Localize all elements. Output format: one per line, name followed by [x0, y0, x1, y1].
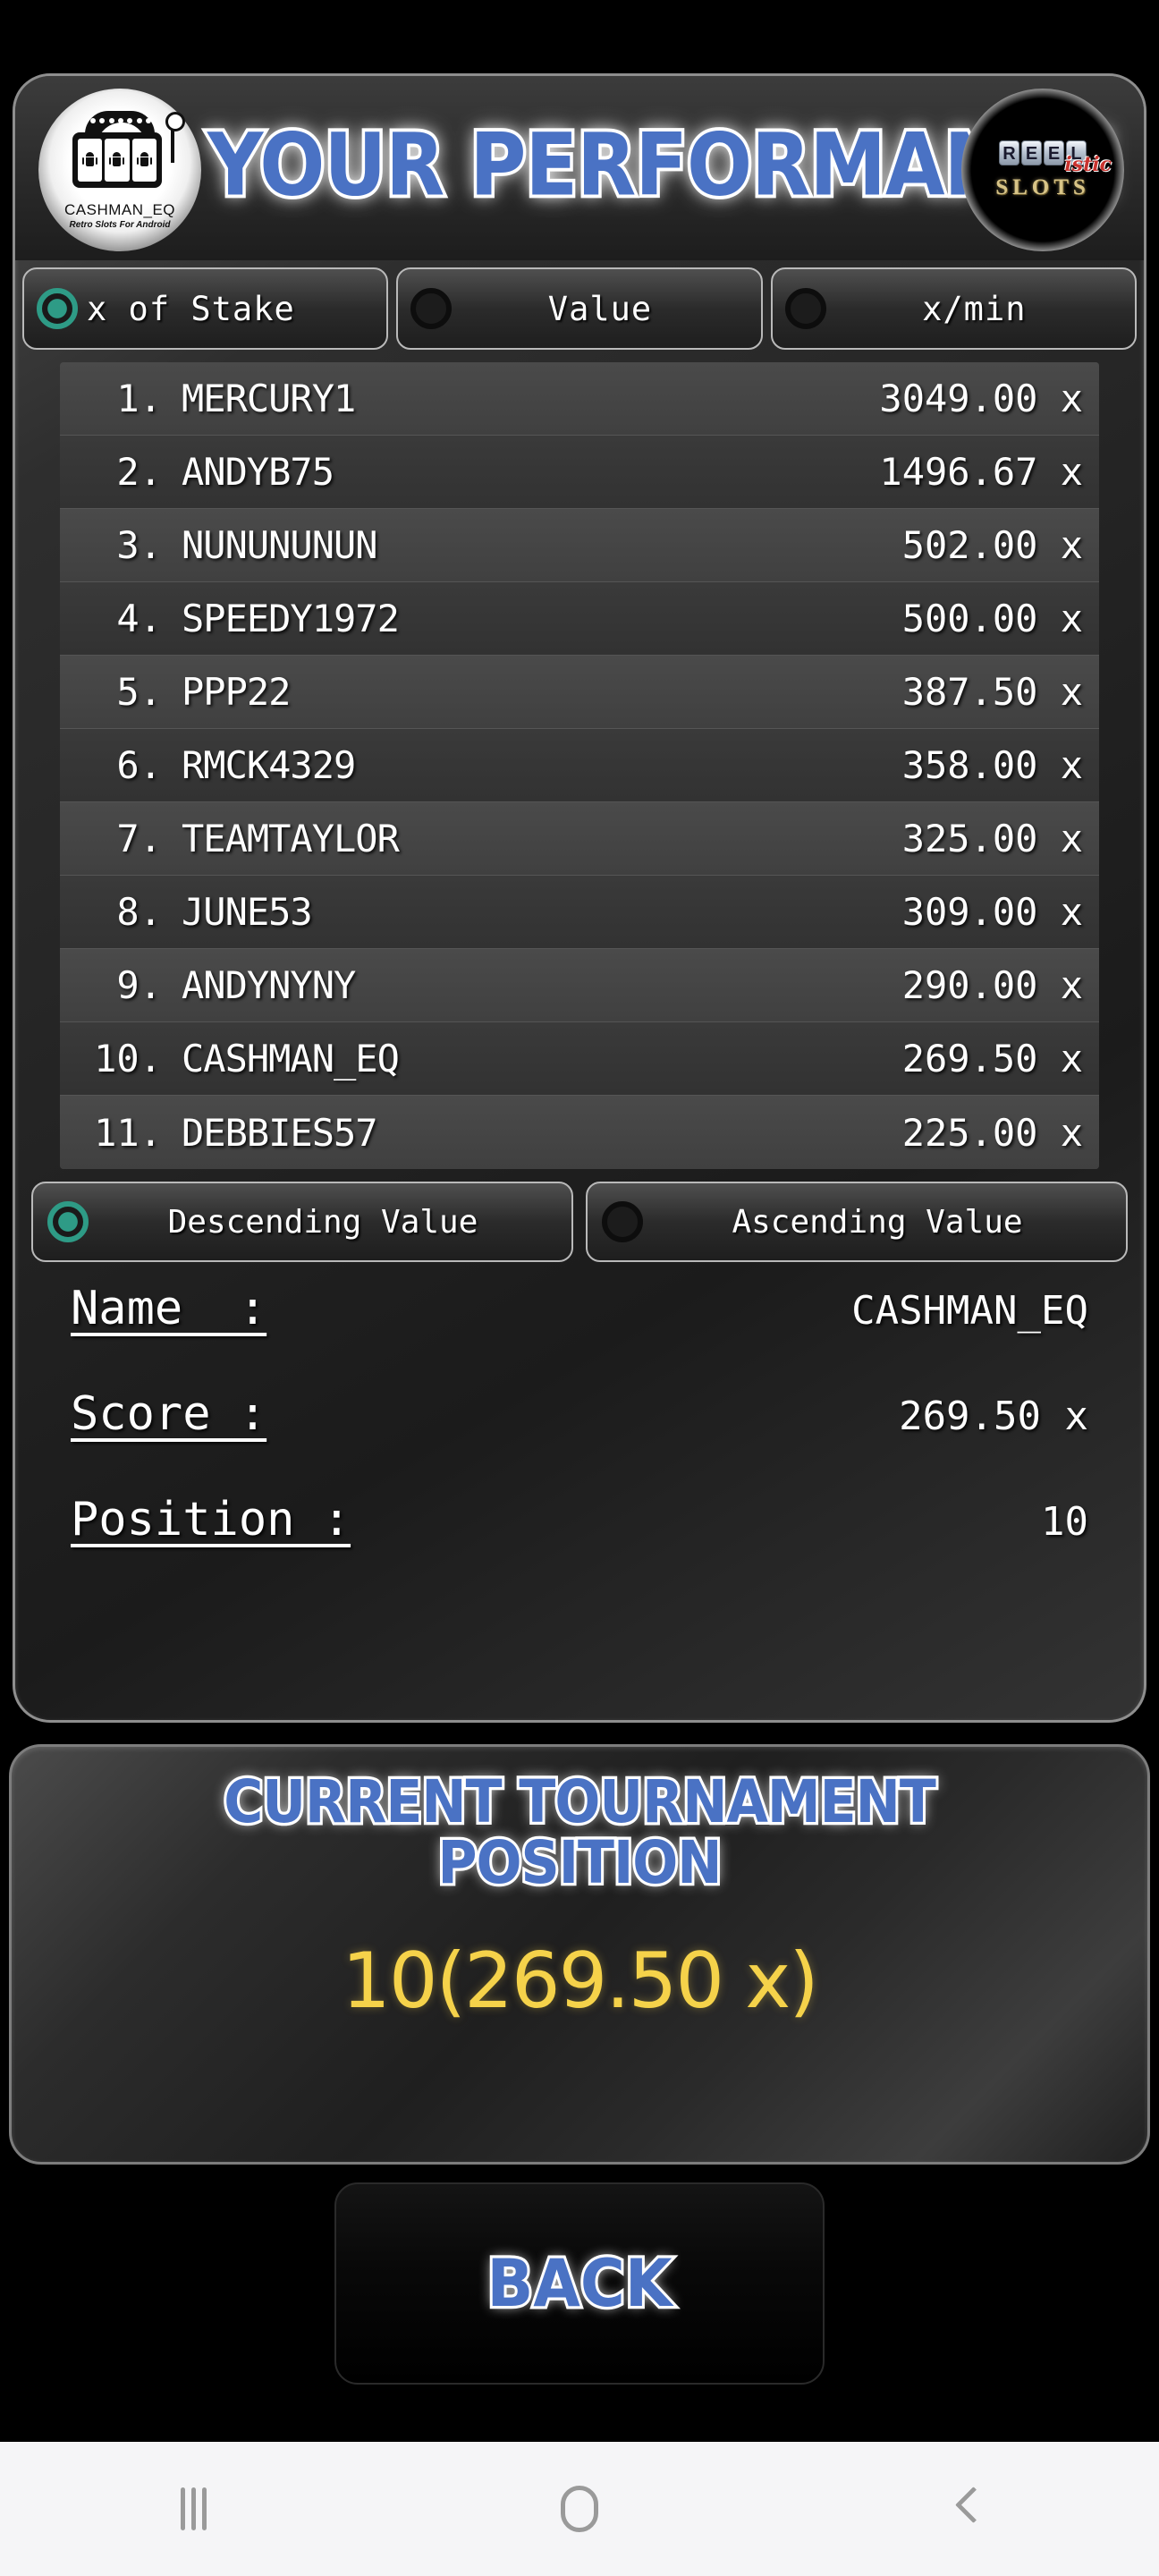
- sort-label-ascending: Ascending Value: [732, 1203, 1023, 1241]
- table-row[interactable]: 6. RMCK4329 358.00 x: [60, 729, 1099, 802]
- logo-username: CASHMAN_EQ: [63, 200, 176, 218]
- row-player-name: RMCK4329: [182, 743, 356, 787]
- nav-recents-button[interactable]: [0, 2487, 386, 2530]
- table-row[interactable]: 8. JUNE53 309.00 x: [60, 876, 1099, 949]
- panel-header: CASHMAN_EQ Retro Slots For Android YOUR …: [15, 76, 1144, 260]
- table-row[interactable]: 1. MERCURY1 3049.00 x: [60, 362, 1099, 436]
- slots-word: SLOTS: [995, 174, 1090, 199]
- row-score: 290.00 x: [901, 963, 1083, 1007]
- row-rank: 11.: [94, 1110, 162, 1155]
- metric-tab-group: x of Stake Value x/min: [15, 260, 1144, 350]
- cashman-eq-logo: CASHMAN_EQ Retro Slots For Android: [38, 89, 201, 251]
- row-player-name: DEBBIES57: [182, 1110, 378, 1155]
- row-score: 3049.00 x: [879, 377, 1083, 420]
- row-player-name: TEAMTAYLOR: [182, 817, 400, 860]
- reelistic-slots-logo: REEL istic SLOTS: [961, 89, 1124, 251]
- table-row[interactable]: 11. DEBBIES57 225.00 x: [60, 1096, 1099, 1169]
- table-row[interactable]: 9. ANDYNYNY 290.00 x: [60, 949, 1099, 1022]
- row-player-name: CASHMAN_EQ: [182, 1037, 400, 1080]
- reel-word: REEL istic: [999, 140, 1112, 176]
- detail-label-position: Position :: [71, 1493, 351, 1546]
- table-row[interactable]: 7. TEAMTAYLOR 325.00 x: [60, 802, 1099, 876]
- row-score: 269.50 x: [901, 1037, 1083, 1080]
- table-row[interactable]: 4. SPEEDY1972 500.00 x: [60, 582, 1099, 656]
- tab-label-value: Value: [547, 289, 653, 328]
- sort-descending-option[interactable]: Descending Value: [31, 1182, 573, 1262]
- player-detail: Name : CASHMAN_EQ Score : 269.50 x Posit…: [15, 1262, 1144, 1598]
- detail-row-position: Position : 10: [71, 1493, 1088, 1598]
- radio-icon-x-of-stake[interactable]: [37, 288, 78, 329]
- tournament-position-value: 10(269.50 x): [342, 1936, 819, 2026]
- table-row[interactable]: 2. ANDYB75 1496.67 x: [60, 436, 1099, 509]
- back-button-label: BACK: [484, 2242, 674, 2325]
- table-row[interactable]: 10. CASHMAN_EQ 269.50 x: [60, 1022, 1099, 1096]
- logo-tagline: Retro Slots For Android: [69, 219, 171, 230]
- home-icon: [561, 2486, 598, 2532]
- tournament-title-line2: POSITION: [436, 1826, 725, 1899]
- leaderboard-list[interactable]: 1. MERCURY1 3049.00 x 2. ANDYB75 1496.67…: [60, 362, 1099, 1169]
- tab-value[interactable]: Value: [396, 267, 763, 350]
- row-rank: 7.: [116, 817, 162, 860]
- recents-icon: [180, 2487, 207, 2530]
- row-score: 225.00 x: [901, 1110, 1083, 1155]
- tab-label-x-per-min: x/min: [922, 289, 1027, 328]
- detail-value-position: 10: [1041, 1499, 1088, 1545]
- back-button[interactable]: BACK: [334, 2182, 825, 2385]
- row-score: 500.00 x: [901, 597, 1083, 640]
- detail-row-score: Score : 269.50 x: [71, 1387, 1088, 1493]
- row-rank: 1.: [116, 377, 162, 420]
- sort-option-group: Descending Value Ascending Value: [15, 1169, 1144, 1262]
- row-player-name: PPP22: [182, 670, 291, 714]
- tab-x-of-stake[interactable]: x of Stake: [22, 267, 389, 350]
- back-chevron-icon: [953, 2488, 978, 2529]
- row-score: 309.00 x: [901, 890, 1083, 934]
- radio-icon-descending[interactable]: [47, 1201, 89, 1242]
- current-tournament-position-panel: CURRENT TOURNAMENT POSITION 10(269.50 x): [9, 1744, 1150, 2165]
- table-row[interactable]: 5. PPP22 387.50 x: [60, 656, 1099, 729]
- detail-row-name: Name : CASHMAN_EQ: [71, 1282, 1088, 1387]
- slot-machine-icon: [67, 110, 185, 197]
- tab-x-per-min[interactable]: x/min: [770, 267, 1137, 350]
- row-rank: 5.: [116, 670, 162, 714]
- phone-screen: CASHMAN_EQ Retro Slots For Android YOUR …: [0, 0, 1159, 2576]
- row-player-name: ANDYNYNY: [182, 963, 356, 1007]
- row-score: 358.00 x: [901, 743, 1083, 787]
- radio-icon-value[interactable]: [410, 288, 453, 329]
- row-score: 502.00 x: [901, 523, 1083, 567]
- page-title: YOUR PERFORMANCE: [205, 112, 1119, 219]
- detail-value-name: CASHMAN_EQ: [851, 1288, 1088, 1334]
- row-player-name: MERCURY1: [182, 377, 356, 420]
- performance-panel: CASHMAN_EQ Retro Slots For Android YOUR …: [13, 73, 1146, 1723]
- row-score: 325.00 x: [901, 817, 1083, 860]
- tournament-title-line1: CURRENT TOURNAMENT: [221, 1766, 939, 1838]
- row-player-name: NUNUNUNUN: [182, 523, 378, 567]
- nav-back-button[interactable]: [773, 2488, 1159, 2529]
- row-rank: 9.: [116, 963, 162, 1007]
- row-player-name: SPEEDY1972: [182, 597, 400, 640]
- detail-label-score: Score :: [71, 1387, 267, 1441]
- sort-ascending-option[interactable]: Ascending Value: [586, 1182, 1128, 1262]
- radio-icon-x-per-min[interactable]: [784, 288, 826, 329]
- row-score: 1496.67 x: [879, 450, 1083, 494]
- row-rank: 3.: [116, 523, 162, 567]
- row-rank: 6.: [116, 743, 162, 787]
- app-content: CASHMAN_EQ Retro Slots For Android YOUR …: [0, 0, 1159, 2442]
- row-rank: 8.: [116, 890, 162, 934]
- row-rank: 2.: [116, 450, 162, 494]
- table-row[interactable]: 3. NUNUNUNUN 502.00 x: [60, 509, 1099, 582]
- android-navigation-bar: [0, 2442, 1159, 2576]
- tab-label-x-of-stake: x of Stake: [87, 289, 295, 328]
- detail-label-name: Name :: [71, 1282, 267, 1335]
- row-player-name: JUNE53: [182, 890, 313, 934]
- row-player-name: ANDYB75: [182, 450, 334, 494]
- detail-value-score: 269.50 x: [899, 1394, 1088, 1439]
- row-rank: 10.: [94, 1037, 162, 1080]
- istic-text: istic: [1064, 152, 1112, 176]
- nav-home-button[interactable]: [386, 2486, 773, 2532]
- sort-label-descending: Descending Value: [167, 1203, 478, 1241]
- row-rank: 4.: [116, 597, 162, 640]
- row-score: 387.50 x: [901, 670, 1083, 714]
- radio-icon-ascending[interactable]: [602, 1201, 643, 1242]
